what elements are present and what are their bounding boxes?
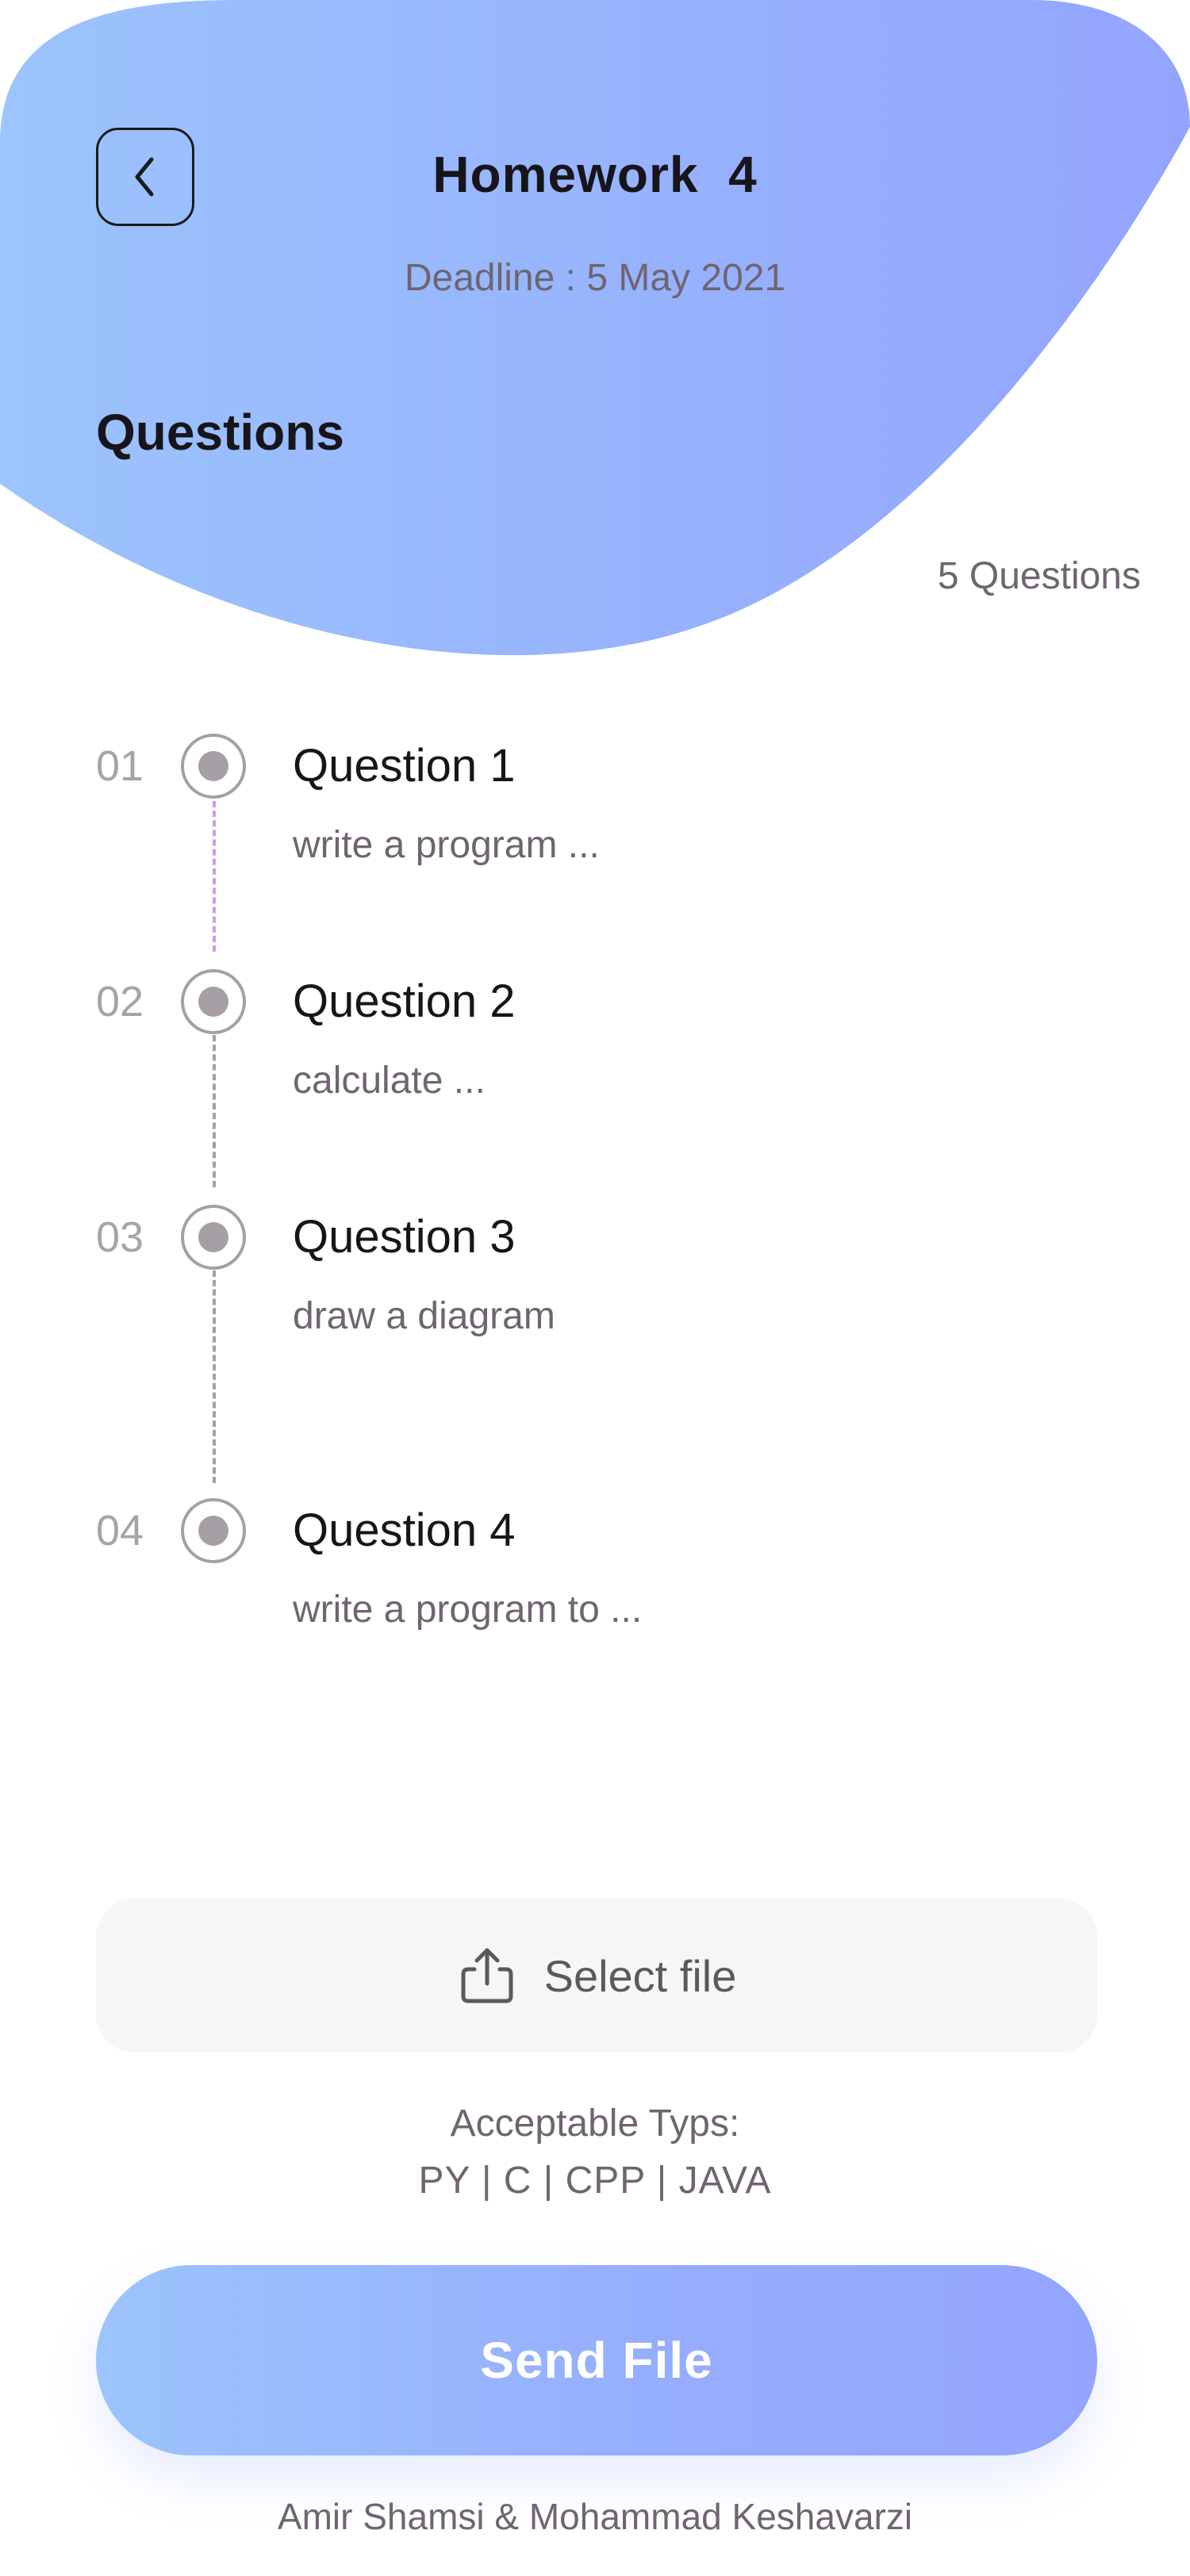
timeline-connector	[213, 1271, 216, 1483]
section-title: Questions	[96, 404, 344, 461]
timeline-connector	[213, 801, 216, 952]
questions-count: 5 Questions	[937, 555, 1141, 597]
send-file-button[interactable]: Send File	[96, 2265, 1097, 2455]
question-number: 01	[96, 742, 144, 790]
question-description: calculate ...	[293, 1060, 486, 1102]
deadline-text: Deadline : 5 May 2021	[404, 257, 786, 299]
timeline-marker	[181, 1205, 246, 1270]
question-number: 03	[96, 1213, 144, 1261]
question-title: Question 2	[293, 976, 516, 1027]
question-description: write a program ...	[293, 824, 600, 866]
question-number: 04	[96, 1507, 144, 1554]
page-title: Homework 4	[432, 146, 758, 203]
upload-icon	[461, 1948, 513, 2003]
question-title: Question 3	[293, 1211, 516, 1263]
timeline-connector	[213, 1035, 216, 1187]
acceptable-types-list: PY | C | CPP | JAVA	[418, 2160, 772, 2202]
question-title: Question 1	[293, 740, 516, 792]
question-title: Question 4	[293, 1505, 516, 1556]
acceptable-types-label: Acceptable Typs:	[450, 2103, 740, 2145]
select-file-button[interactable]: Select file	[96, 1899, 1097, 2053]
timeline-marker	[181, 1498, 246, 1563]
question-description: draw a diagram	[293, 1295, 555, 1337]
timeline-marker	[181, 734, 246, 799]
question-number: 02	[96, 978, 144, 1025]
credits-text: Amir Shamsi & Mohammad Keshavarzi	[277, 2496, 913, 2537]
question-description: write a program to ...	[293, 1589, 643, 1631]
timeline-marker	[181, 969, 246, 1034]
select-file-label: Select file	[543, 1950, 737, 2001]
